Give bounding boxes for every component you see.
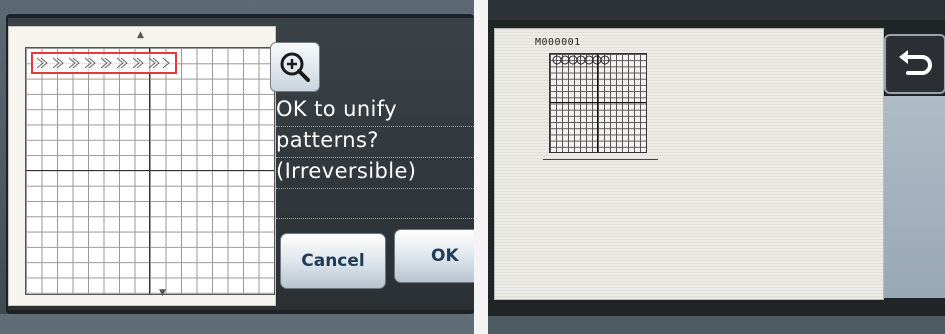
ok-button[interactable]: OK xyxy=(394,229,474,283)
chevron-pattern-icon xyxy=(552,55,610,65)
mini-mat-center-horizontal-line xyxy=(550,102,646,103)
unified-pattern xyxy=(551,55,611,65)
back-button[interactable] xyxy=(884,34,945,94)
left-photo: ▲ ▼ OK to unify patterns? (Irreversible)… xyxy=(0,0,474,334)
mini-mat-center-vertical-line xyxy=(597,54,598,152)
pattern-preview-panel: ▲ ▼ xyxy=(8,26,276,306)
message-line xyxy=(276,189,474,219)
undo-arrow-icon xyxy=(899,50,932,75)
scroll-down-arrow-icon[interactable]: ▼ xyxy=(159,289,166,298)
cutting-mat-grid xyxy=(25,47,275,295)
scroll-up-arrow-icon[interactable]: ▲ xyxy=(137,31,144,40)
right-photo: M000001 xyxy=(488,0,945,334)
mat-baseline-divider xyxy=(543,159,658,160)
cancel-button[interactable]: Cancel xyxy=(280,233,386,289)
mat-center-vertical-line xyxy=(149,48,150,294)
mini-mat-grid[interactable] xyxy=(549,53,647,153)
right-lcd-screen: M000001 xyxy=(494,28,884,300)
message-line: (Irreversible) xyxy=(276,158,474,189)
design-id-label: M000001 xyxy=(535,37,581,48)
selected-pattern-row[interactable] xyxy=(31,52,177,74)
machine-body xyxy=(488,316,945,334)
message-line: patterns? xyxy=(276,127,474,158)
confirm-message: OK to unify patterns? (Irreversible) xyxy=(276,96,474,219)
zoom-in-icon xyxy=(280,52,310,82)
message-line: OK to unify xyxy=(276,96,474,127)
side-panel xyxy=(884,96,945,298)
machine-body xyxy=(0,314,474,334)
mat-center-horizontal-line xyxy=(26,170,274,171)
zoom-button[interactable] xyxy=(270,42,320,92)
chevron-pattern-icon xyxy=(36,57,170,69)
